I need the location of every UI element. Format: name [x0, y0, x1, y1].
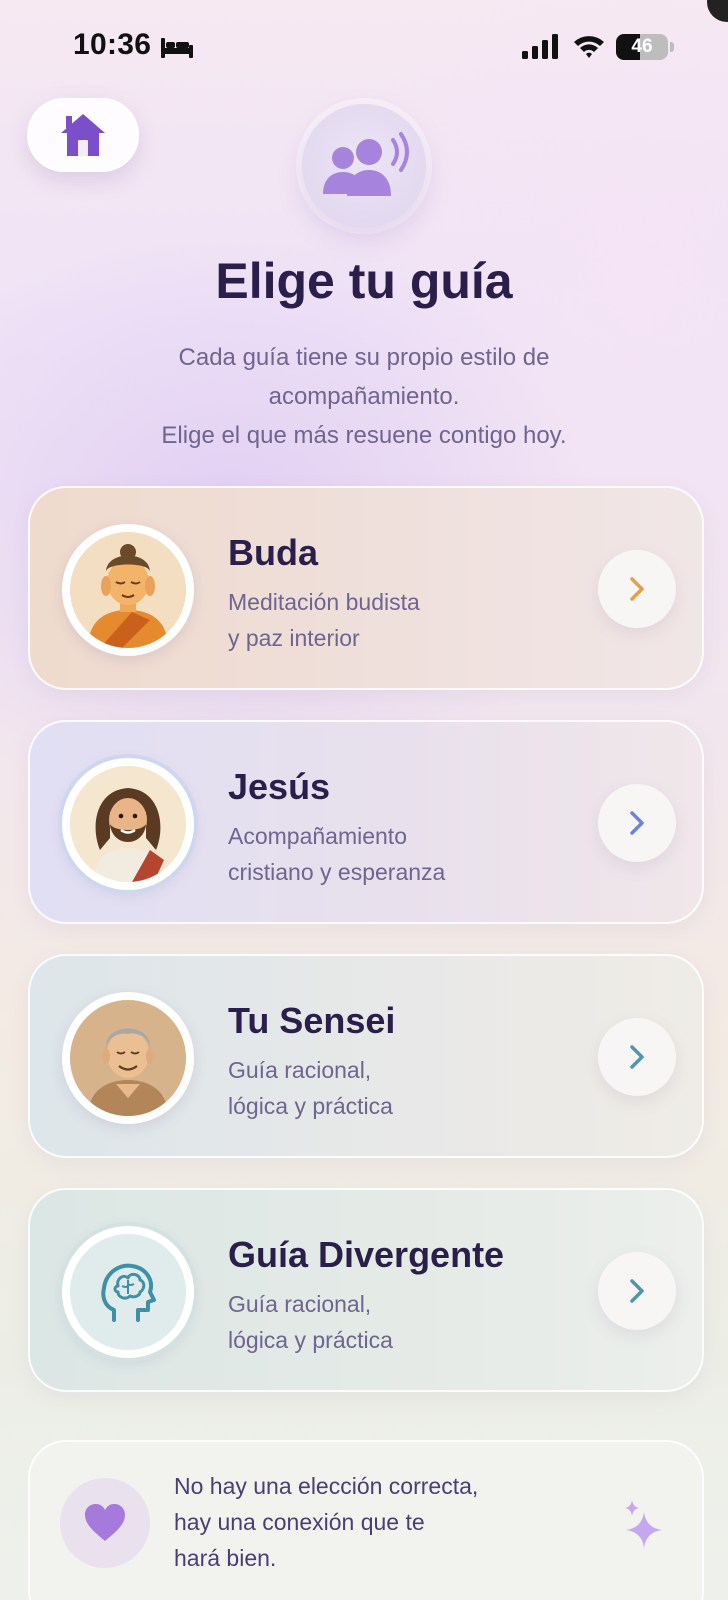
guide-description-line: cristiano y esperanza [228, 859, 446, 885]
page-title: Elige tu guía [215, 253, 513, 309]
footer-line: hay una conexión que te [174, 1509, 425, 1535]
page-subtitle: Cada guía tiene su propio estilo de acom… [120, 338, 608, 455]
guide-card-buda[interactable]: Buda Meditación budista y paz interior [28, 486, 704, 690]
signal-icon [522, 34, 558, 59]
footer-card: No hay una elección correcta, hay una co… [28, 1440, 704, 1600]
chevron-right-icon [630, 1279, 644, 1303]
buddha-avatar [70, 532, 186, 648]
guide-description: Guía racional, lógica y práctica [228, 1286, 548, 1358]
guide-description-line: lógica y práctica [228, 1327, 393, 1353]
guide-description: Meditación budista y paz interior [228, 584, 548, 656]
jesus-avatar [70, 766, 186, 882]
subtitle-line: acompañamiento. [268, 383, 460, 410]
battery-icon: 46 [616, 34, 668, 60]
people-voice-icon [323, 132, 409, 196]
guide-name: Buda [228, 532, 318, 573]
guide-description-line: y paz interior [228, 625, 360, 651]
chevron-right-icon [630, 577, 644, 601]
battery-percent: 46 [631, 36, 653, 57]
guide-name: Jesús [228, 766, 331, 807]
footer-message: No hay una elección correcta, hay una co… [174, 1468, 554, 1576]
avatar [62, 758, 194, 890]
avatar [62, 524, 194, 656]
guide-description-line: Guía racional, [228, 1291, 372, 1317]
open-guide-button[interactable] [598, 1252, 676, 1330]
heart-badge [60, 1478, 150, 1568]
sensei-avatar [70, 1000, 186, 1116]
guide-description-line: Acompañamiento [228, 823, 407, 849]
open-guide-button[interactable] [598, 550, 676, 628]
guide-name: Tu Sensei [228, 1000, 396, 1041]
subtitle-line: Elige el que más resuene contigo hoy. [161, 422, 567, 449]
sparkle-icon [625, 1500, 662, 1548]
chevron-right-icon [630, 811, 644, 835]
avatar [62, 992, 194, 1124]
status-bar: 10:36 46 [0, 0, 728, 92]
brain-head-icon [70, 1234, 186, 1350]
heart-icon [85, 1504, 125, 1541]
home-icon [61, 114, 105, 156]
guide-description: Guía racional, lógica y práctica [228, 1052, 548, 1124]
guide-card-jesus[interactable]: Jesús Acompañamiento cristiano y esperan… [28, 720, 704, 924]
guide-description-line: Guía racional, [228, 1057, 372, 1083]
guide-card-divergente[interactable]: Guía Divergente Guía racional, lógica y … [28, 1188, 704, 1392]
guide-description: Acompañamiento cristiano y esperanza [228, 818, 548, 890]
bed-icon [161, 38, 193, 58]
status-time: 10:36 [73, 28, 152, 61]
wifi-icon [574, 36, 604, 58]
chevron-right-icon [630, 1045, 644, 1069]
open-guide-button[interactable] [598, 784, 676, 862]
open-guide-button[interactable] [598, 1018, 676, 1096]
corner-indicator [707, 0, 728, 22]
home-button[interactable] [27, 98, 139, 172]
hero-icon [302, 104, 426, 228]
footer-line: hará bien. [174, 1545, 277, 1571]
subtitle-line: Cada guía tiene su propio estilo de [178, 344, 550, 371]
guide-name: Guía Divergente [228, 1234, 505, 1275]
guide-description-line: Meditación budista [228, 589, 420, 615]
guide-description-line: lógica y práctica [228, 1093, 393, 1119]
battery-tip [670, 42, 674, 52]
guide-card-sensei[interactable]: Tu Sensei Guía racional, lógica y prácti… [28, 954, 704, 1158]
avatar [62, 1226, 194, 1358]
footer-line: No hay una elección correcta, [174, 1473, 479, 1499]
